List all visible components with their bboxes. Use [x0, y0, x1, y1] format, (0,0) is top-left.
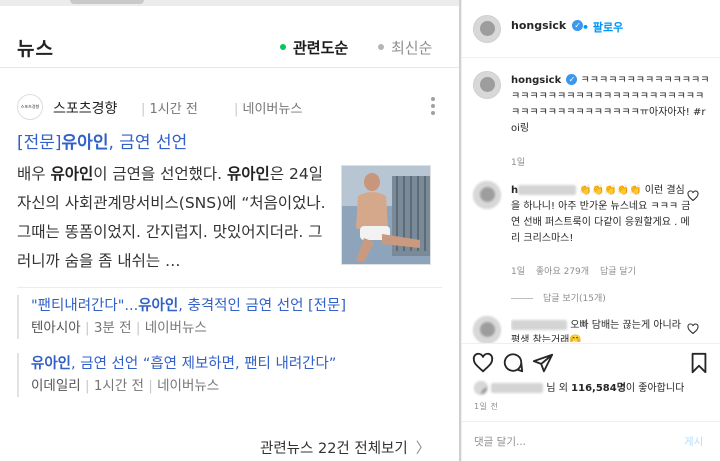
press-row: 스포츠경향 스포츠경향 | 1시간 전 | 네이버뉴스	[17, 94, 442, 120]
more-options-icon[interactable]	[431, 97, 437, 118]
profile-avatar[interactable]	[473, 15, 501, 43]
comment-username[interactable]: h	[511, 185, 518, 196]
comment-like-heart-icon[interactable]	[687, 190, 699, 202]
comment-meta: 1일 좋아요 279개 답글 달기	[511, 264, 644, 277]
related-news-title[interactable]: 유아인, 금연 선언 “흡연 제보하면, 팬티 내려간다”	[31, 353, 442, 375]
comment-bubble-icon[interactable]	[502, 352, 524, 374]
related-news-meta: 이데일리 | 1시간 전 | 네이버뉴스	[31, 378, 220, 394]
sort-latest-option[interactable]: 최신순	[378, 37, 432, 58]
highlighted-keyword: 유아인	[50, 165, 94, 183]
instagram-panel: hongsick ✓ • 팔로우 hongsick ✓ ㅋㅋㅋㅋㅋㅋㅋㅋㅋㅋㅋㅋ…	[461, 0, 720, 461]
post-comment-button[interactable]: 게시	[684, 434, 703, 449]
snippet-text: 이 금연을 선언했다.	[93, 165, 228, 183]
caption-time: 1일	[511, 158, 526, 168]
commenter-avatar[interactable]	[473, 316, 501, 344]
comment-item: h 👏👏👏👏👏 이런 결심을 하나니! 아주 반가운 뉴스네요 ㅋㅋㅋ 금연 선…	[511, 183, 691, 247]
section-divider	[17, 287, 442, 288]
related-news-item[interactable]: 유아인, 금연 선언 “흡연 제보하면, 팬티 내려간다” 이데일리 | 1시간…	[17, 353, 442, 397]
view-all-related-news-link[interactable]: 관련뉴스 22건 전체보기 〉	[260, 437, 430, 458]
liker-avatar	[474, 381, 488, 395]
sort-relevance-label: 관련도순	[293, 39, 349, 57]
inactive-dot-icon	[378, 43, 384, 50]
username-link[interactable]: hongsick ✓	[511, 19, 584, 32]
share-send-icon[interactable]	[532, 352, 554, 374]
section-title: 뉴스	[17, 38, 54, 60]
bookmark-icon[interactable]	[688, 352, 710, 374]
article-title[interactable]: [전문]유아인, 금연 선언	[17, 128, 187, 153]
article-thumbnail[interactable]	[341, 165, 431, 265]
post-caption: hongsick ✓ ㅋㅋㅋㅋㅋㅋㅋㅋㅋㅋㅋㅋㅋㅋㅋㅋㅋㅋㅋㅋㅋㅋㅋㅋㅋㅋㅋㅋㅋ…	[511, 73, 711, 137]
follow-dot: •	[582, 21, 593, 34]
article-snippet[interactable]: 배우 유아인이 금연을 선언했다. 유아인은 24일 자신의 사회관계망서비스(…	[17, 160, 327, 276]
reply-button[interactable]: 답글 달기	[600, 267, 636, 277]
verified-badge-icon: ✓	[566, 73, 578, 85]
blurred-liker-name	[491, 383, 544, 393]
likes-summary[interactable]: 님 외 116,584명이 좋아합니다	[474, 379, 684, 395]
post-actions	[462, 343, 720, 381]
thumbnail-photo-icon	[342, 166, 430, 264]
blurred-username	[518, 185, 577, 195]
post-time: 1일 전	[474, 402, 499, 411]
highlighted-keyword: 유아인	[227, 165, 270, 183]
chevron-right-icon: 〉	[415, 441, 431, 457]
comment-time: 1일	[511, 267, 526, 277]
related-news-title[interactable]: "팬티내려간다"...유아인, 충격적인 금연 선언 [전문]	[31, 295, 442, 317]
active-dot-icon	[280, 43, 286, 50]
press-logo[interactable]: 스포츠경향	[17, 94, 43, 120]
blurred-username	[511, 320, 567, 330]
snippet-text: 배우	[17, 165, 51, 183]
comment-input-area: 댓글 달기... 게시	[462, 421, 720, 461]
article-time: | 1시간 전	[141, 102, 198, 117]
post-header: hongsick ✓ • 팔로우	[462, 0, 720, 58]
comment-likes[interactable]: 좋아요 279개	[536, 267, 589, 277]
sort-relevance-option[interactable]: 관련도순	[280, 37, 348, 58]
news-panel: 뉴스 관련도순 최신순 스포츠경향 스포츠경향 | 1시간 전 | 네이버뉴스 …	[0, 0, 459, 461]
follow-button[interactable]: • 팔로우	[582, 19, 623, 35]
news-header: 뉴스 관련도순 최신순	[0, 6, 459, 68]
comment-input[interactable]: 댓글 달기...	[474, 434, 526, 449]
comment-item: 오빠 담배는 끊는게 아니라 평생 참는거래🤭	[511, 318, 686, 342]
sort-latest-label: 최신순	[391, 39, 433, 57]
commenter-avatar[interactable]	[473, 181, 501, 209]
comment-emojis: 👏👏👏👏👏	[579, 185, 642, 196]
naver-news-link[interactable]: | 네이버뉴스	[234, 98, 302, 117]
like-heart-icon[interactable]	[472, 352, 494, 374]
related-news-meta: 텐아시아 | 3분 전 | 네이버뉴스	[31, 320, 207, 336]
related-news-item[interactable]: "팬티내려간다"...유아인, 충격적인 금연 선언 [전문] 텐아시아 | 3…	[17, 295, 442, 339]
caption-avatar[interactable]	[473, 71, 501, 99]
comment-like-heart-icon[interactable]	[687, 323, 699, 335]
related-news-list: "팬티내려간다"...유아인, 충격적인 금연 선언 [전문] 텐아시아 | 3…	[17, 295, 442, 411]
replies-line	[511, 298, 533, 299]
view-replies-button[interactable]: 답글 보기(15개)	[511, 291, 606, 304]
caption-username[interactable]: hongsick	[511, 75, 561, 86]
press-name[interactable]: 스포츠경향	[53, 98, 117, 118]
